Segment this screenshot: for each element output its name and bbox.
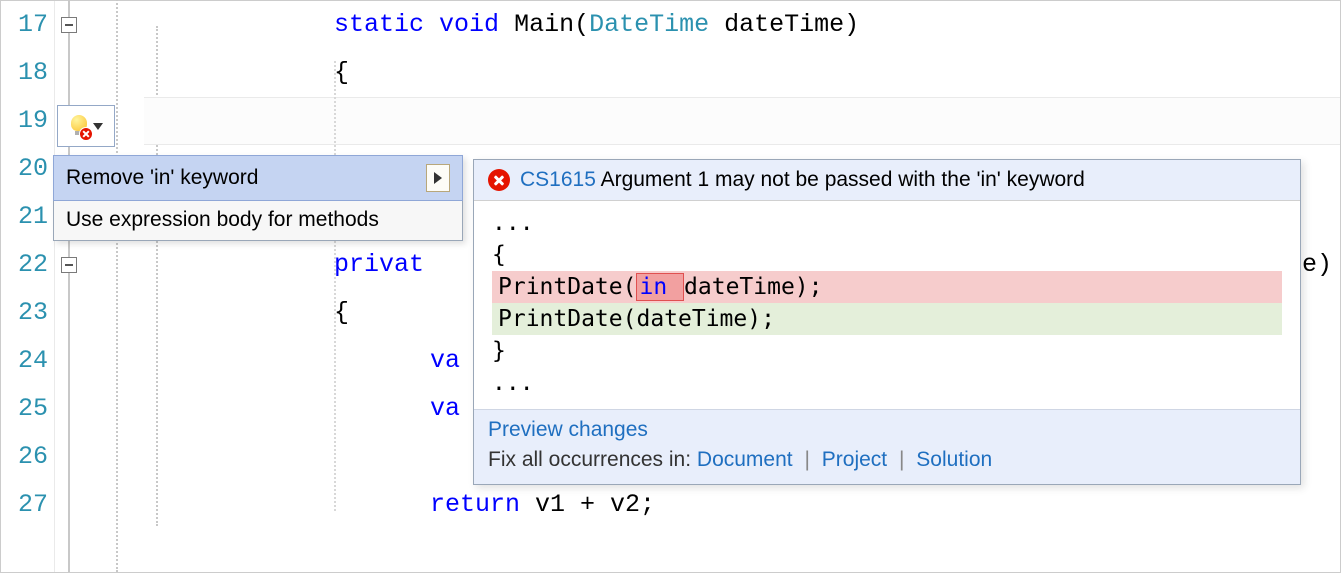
- quick-actions-menu: Remove 'in' keyword Use expression body …: [53, 155, 463, 241]
- code-line[interactable]: static void Main(DateTime dateTime): [164, 1, 1340, 49]
- preview-header: CS1615 Argument 1 may not be passed with…: [474, 160, 1300, 201]
- line-number: 23: [1, 289, 54, 337]
- preview-footer: Preview changes Fix all occurrences in: …: [474, 409, 1300, 484]
- preview-changes-link[interactable]: Preview changes: [488, 418, 648, 441]
- line-number: 22: [1, 241, 54, 289]
- menu-item-use-expression-body[interactable]: Use expression body for methods: [54, 200, 462, 240]
- outline-margin: [54, 1, 164, 572]
- lightbulb-error-icon: [69, 115, 89, 137]
- error-message: Argument 1 may not be passed with the 'i…: [601, 168, 1085, 191]
- line-number-gutter: 17 18 19 20 21 22 23 24 25 26 27: [1, 1, 54, 572]
- line-number: 20: [1, 145, 54, 193]
- menu-item-label: Remove 'in' keyword: [66, 166, 258, 190]
- chevron-down-icon: [93, 123, 103, 130]
- code-fix-preview: CS1615 Argument 1 may not be passed with…: [473, 159, 1301, 485]
- line-number: 17: [1, 1, 54, 49]
- quick-actions-button[interactable]: [57, 105, 115, 147]
- line-number: 27: [1, 481, 54, 529]
- line-number: 24: [1, 337, 54, 385]
- preview-diff: ... { PrintDate(in dateTime); PrintDate(…: [474, 201, 1300, 409]
- line-number: 18: [1, 49, 54, 97]
- submenu-indicator[interactable]: [426, 164, 450, 192]
- line-number: 19: [1, 97, 54, 145]
- line-number: 25: [1, 385, 54, 433]
- fix-scope-project[interactable]: Project: [822, 448, 887, 471]
- fold-toggle[interactable]: [61, 17, 77, 33]
- code-line[interactable]: {: [164, 49, 1340, 97]
- current-line-highlight: [144, 97, 1340, 145]
- diff-removed-line: PrintDate(in dateTime);: [492, 271, 1282, 303]
- code-line[interactable]: return v1 + v2;: [164, 481, 1340, 529]
- removed-token: in: [636, 273, 684, 301]
- line-number: 21: [1, 193, 54, 241]
- error-icon: [488, 169, 510, 191]
- fix-scope-document[interactable]: Document: [697, 448, 793, 471]
- chevron-right-icon: [434, 172, 442, 184]
- menu-item-remove-in-keyword[interactable]: Remove 'in' keyword: [53, 155, 463, 201]
- fix-scope-solution[interactable]: Solution: [916, 448, 992, 471]
- menu-item-label: Use expression body for methods: [66, 208, 379, 232]
- fix-scope-label: Fix all occurrences in:: [488, 448, 697, 471]
- error-code[interactable]: CS1615: [520, 168, 596, 191]
- line-number: 26: [1, 433, 54, 481]
- fold-toggle[interactable]: [61, 257, 77, 273]
- diff-added-line: PrintDate(dateTime);: [492, 303, 1282, 335]
